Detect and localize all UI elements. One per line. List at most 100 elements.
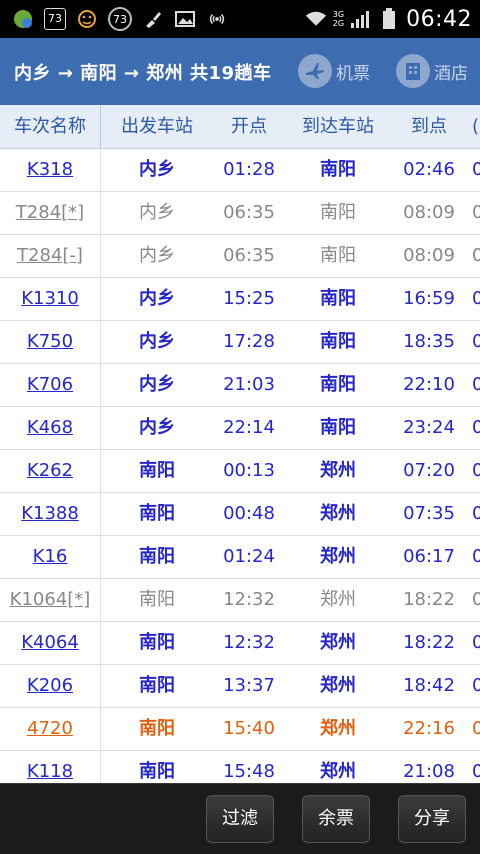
departure-time: 12:32	[223, 589, 275, 610]
column-divider	[100, 665, 101, 707]
departure-station: 南阳	[139, 718, 175, 739]
arrival-time: 18:42	[403, 675, 455, 696]
arrival-station: 南阳	[320, 288, 356, 309]
train-number-link[interactable]: K1310	[0, 278, 100, 320]
flight-tickets-button[interactable]: 机票	[298, 54, 370, 88]
column-header-train[interactable]: 车次名称	[0, 105, 100, 149]
train-list[interactable]: K318 内乡 01:28 南阳 02:46 0 T284[*] 内乡 06:35 南阳 08:09…	[0, 149, 480, 783]
train-number-link[interactable]: K468	[0, 407, 100, 449]
train-number-link[interactable]: T284[-]	[0, 235, 100, 277]
train-number-link[interactable]: K206	[0, 665, 100, 707]
battery-icon	[378, 8, 400, 30]
column-divider	[100, 235, 101, 277]
filter-button[interactable]: 过滤	[206, 795, 274, 843]
arrival-time: 22:16	[403, 718, 455, 739]
bottom-action-bar: 过滤 余票 分享	[0, 783, 480, 854]
departure-time: 00:48	[223, 503, 275, 524]
train-number-link[interactable]: 4720	[0, 708, 100, 750]
column-divider	[100, 450, 101, 492]
column-divider	[100, 751, 101, 783]
table-row[interactable]: K468 内乡 22:14 南阳 23:24 0	[0, 407, 480, 450]
table-row[interactable]: K4064 南阳 12:32 郑州 18:22 0	[0, 622, 480, 665]
signal-icon	[350, 8, 372, 30]
train-number-link[interactable]: K4064	[0, 622, 100, 664]
arrival-station: 郑州	[320, 718, 356, 739]
column-divider	[100, 321, 101, 363]
column-header-arrival-time[interactable]: 到点	[386, 105, 472, 149]
table-row[interactable]: K262 南阳 00:13 郑州 07:20 0	[0, 450, 480, 493]
column-header-more[interactable]: (	[472, 105, 480, 149]
duration-cell: 0	[472, 503, 480, 524]
train-number-link[interactable]: K318	[0, 149, 100, 191]
column-divider	[100, 493, 101, 535]
arrival-time: 21:08	[403, 761, 455, 782]
arrival-time: 23:24	[403, 417, 455, 438]
duration-cell: 0	[472, 331, 480, 352]
duration-cell: 0	[472, 288, 480, 309]
departure-time: 15:25	[223, 288, 275, 309]
remaining-tickets-button[interactable]: 余票	[302, 795, 370, 843]
network-type: 3G 2G	[333, 10, 344, 28]
duration-cell: 0	[472, 546, 480, 567]
clock: 06:42	[406, 6, 472, 32]
departure-station: 南阳	[139, 589, 175, 610]
train-number-link[interactable]: K706	[0, 364, 100, 406]
table-header: 车次名称 出发车站 开点 到达车站 到点 (	[0, 105, 480, 149]
table-row[interactable]: T284[*] 内乡 06:35 南阳 08:09 0	[0, 192, 480, 235]
wifi-icon	[305, 8, 327, 30]
face-icon	[76, 8, 98, 30]
column-divider	[100, 192, 101, 234]
departure-time: 15:40	[223, 718, 275, 739]
table-row[interactable]: K118 南阳 15:48 郑州 21:08 0	[0, 751, 480, 783]
hotel-label: 酒店	[434, 63, 468, 84]
table-row[interactable]: K706 内乡 21:03 南阳 22:10 0	[0, 364, 480, 407]
arrival-station: 郑州	[320, 503, 356, 524]
table-row[interactable]: K1388 南阳 00:48 郑州 07:35 0	[0, 493, 480, 536]
table-row[interactable]: K1310 内乡 15:25 南阳 16:59 0	[0, 278, 480, 321]
column-header-arrival-station[interactable]: 到达车站	[290, 105, 386, 149]
train-number-link[interactable]: K262	[0, 450, 100, 492]
brush-icon	[142, 8, 164, 30]
route-title: 内乡 → 南阳 → 郑州 共19趟车	[14, 62, 272, 84]
duration-cell: 0	[472, 460, 480, 481]
airplane-icon	[298, 54, 332, 88]
status-bar: 73 73 3G 2G 06:42	[0, 0, 480, 38]
table-row[interactable]: K1064[*] 南阳 12:32 郑州 18:22 0	[0, 579, 480, 622]
column-divider	[100, 622, 101, 664]
departure-station: 内乡	[139, 159, 175, 180]
departure-station: 南阳	[139, 632, 175, 653]
departure-time: 21:03	[223, 374, 275, 395]
notification-count-badge: 73	[44, 8, 66, 30]
train-number-link[interactable]: K1064[*]	[0, 579, 100, 621]
train-number-link[interactable]: K1388	[0, 493, 100, 535]
duration-cell: 0	[472, 718, 480, 739]
train-number-link[interactable]: T284[*]	[0, 192, 100, 234]
column-divider	[100, 407, 101, 449]
table-row[interactable]: T284[-] 内乡 06:35 南阳 08:09 0	[0, 235, 480, 278]
departure-time: 00:13	[223, 460, 275, 481]
column-header-departure-time[interactable]: 开点	[208, 105, 290, 149]
share-button[interactable]: 分享	[398, 795, 466, 843]
departure-time: 06:35	[223, 245, 275, 266]
arrival-time: 07:20	[403, 460, 455, 481]
duration-cell: 0	[472, 761, 480, 782]
column-divider	[100, 149, 101, 191]
train-number-link[interactable]: K118	[0, 751, 100, 783]
arrival-station: 郑州	[320, 460, 356, 481]
table-row[interactable]: K206 南阳 13:37 郑州 18:42 0	[0, 665, 480, 708]
arrival-station: 南阳	[320, 417, 356, 438]
duration-cell: 0	[472, 202, 480, 223]
table-row[interactable]: K318 内乡 01:28 南阳 02:46 0	[0, 149, 480, 192]
train-number-link[interactable]: K750	[0, 321, 100, 363]
departure-station: 内乡	[139, 417, 175, 438]
train-number-link[interactable]: K16	[0, 536, 100, 578]
table-row[interactable]: K16 南阳 01:24 郑州 06:17 0	[0, 536, 480, 579]
table-row[interactable]: K750 内乡 17:28 南阳 18:35 0	[0, 321, 480, 364]
arrival-time: 08:09	[403, 202, 455, 223]
hotel-button[interactable]: 酒店	[396, 54, 468, 88]
table-row[interactable]: 4720 南阳 15:40 郑州 22:16 0	[0, 708, 480, 751]
column-header-departure-station[interactable]: 出发车站	[108, 105, 206, 149]
arrival-station: 郑州	[320, 761, 356, 782]
arrival-station: 南阳	[320, 331, 356, 352]
app-header: 内乡 → 南阳 → 郑州 共19趟车 机票 酒店	[0, 38, 480, 105]
